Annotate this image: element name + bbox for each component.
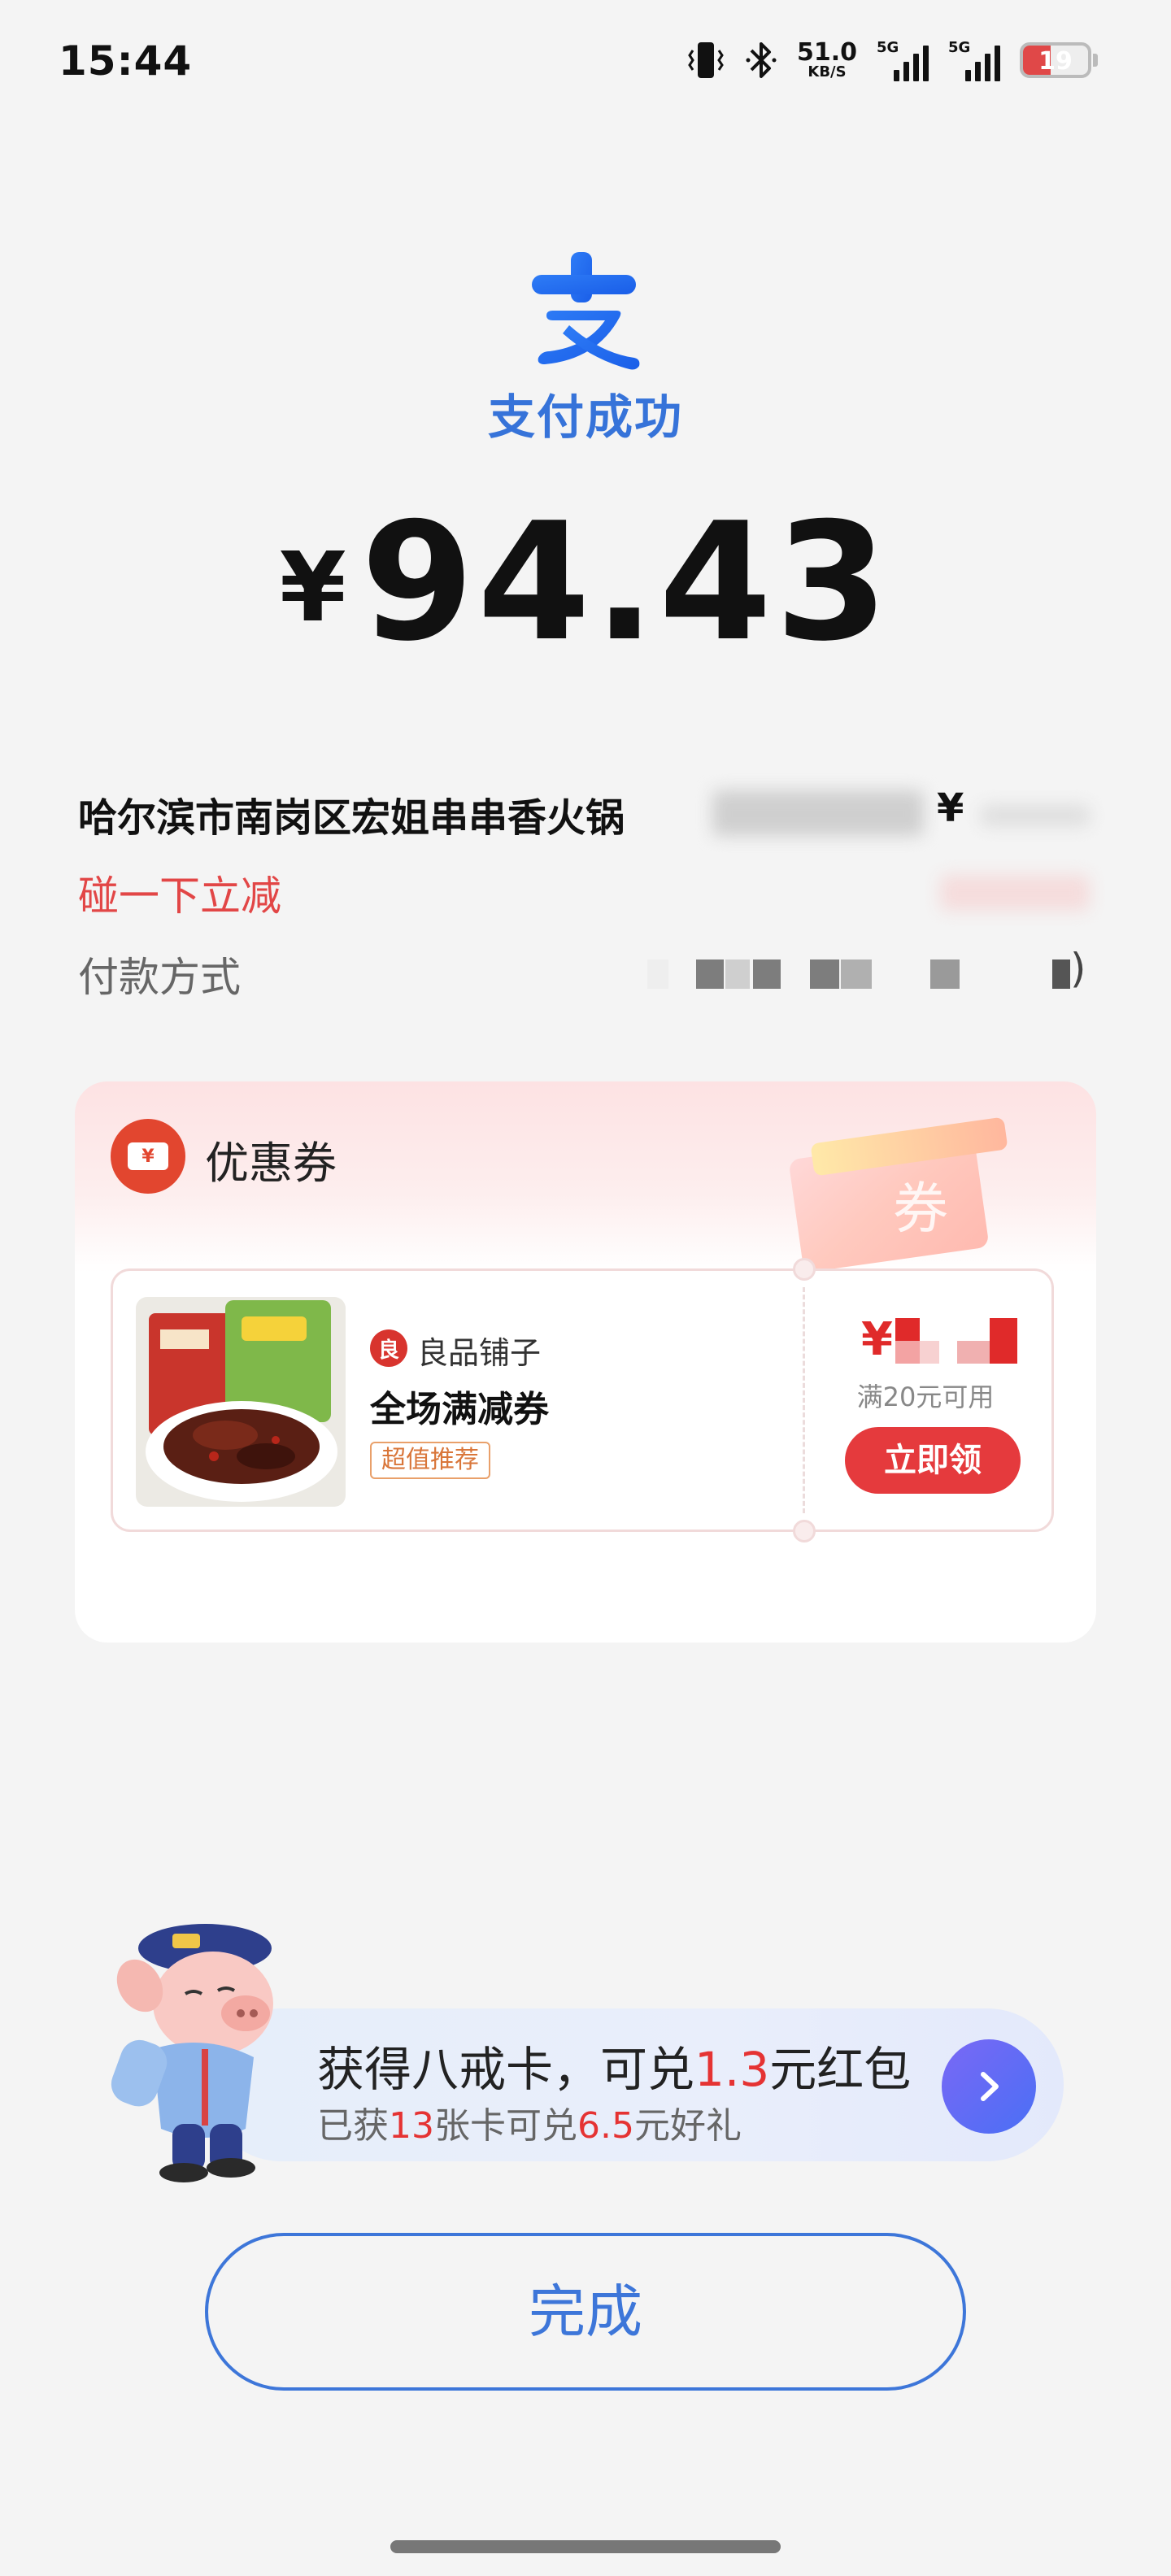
payment-method-label: 付款方式 — [78, 954, 241, 1001]
coupon-tag: 超值推荐 — [370, 1442, 490, 1479]
alipay-logo-icon — [512, 236, 659, 382]
home-indicator[interactable] — [390, 2540, 781, 2553]
battery-level: 19 — [1038, 47, 1073, 76]
bajie-red-packet-amount: 1.3 — [694, 2042, 770, 2097]
signal-icon: 5G — [877, 39, 929, 81]
battery-icon: 19 — [1020, 42, 1091, 78]
product-image — [136, 1297, 346, 1507]
coupon-card: ¥ 优惠券 券 良 良品铺子 全场满减券 超值推荐 ¥ 满20元可用 立即领 — [75, 1081, 1096, 1643]
merchant-row: 哈尔滨市南岗区宏姐串串香火锅 ¥ — [78, 785, 1093, 851]
coupon-condition: 满20元可用 — [856, 1382, 995, 1412]
bajie-card-title: 获得八戒卡，可兑1.3元红包 — [317, 2031, 911, 2100]
discount-label: 碰一下立减 — [78, 872, 281, 920]
signal-icon: 5G — [948, 39, 1000, 81]
coupon-ticket-icon: ¥ — [111, 1119, 185, 1194]
coupon-value: ¥ — [861, 1313, 1017, 1366]
bajie-mascot-icon — [83, 1919, 294, 2187]
ticket-divider — [803, 1287, 805, 1513]
redacted-merchant-suffix — [712, 790, 924, 836]
payment-success-text: 支付成功 — [487, 389, 683, 445]
payment-success-page: 15:44 51.0 KB/S 5G 5G 19 支付成功 ¥94.43 哈尔滨… — [0, 0, 1171, 2576]
status-bar: 15:44 51.0 KB/S 5G 5G 19 — [0, 0, 1171, 130]
bajie-line1-suffix: 元红包 — [769, 2042, 912, 2097]
bajie-card-count: 13 — [389, 2105, 434, 2147]
bajie-card-subtitle: 已获13张卡可兑6.5元好礼 — [317, 2096, 742, 2148]
redacted-coupon-value — [895, 1318, 1017, 1364]
currency-symbol: ¥ — [279, 531, 346, 643]
ticket-notch-bottom — [793, 1520, 816, 1543]
done-button[interactable]: 完成 — [205, 2233, 966, 2391]
claim-coupon-button[interactable]: 立即领 — [845, 1427, 1021, 1494]
network-speed: 51.0 KB/S — [797, 41, 857, 80]
bajie-line1-prefix: 获得八戒卡，可兑 — [317, 2042, 695, 2097]
bajie-line2-prefix: 已获 — [317, 2105, 389, 2147]
discount-row: 碰一下立减 — [78, 864, 1093, 929]
coupon-value-symbol: ¥ — [861, 1313, 893, 1366]
bajie-line2-suffix: 元好礼 — [633, 2105, 742, 2147]
net-speed-unit: KB/S — [808, 63, 847, 80]
vibrate-icon — [686, 39, 725, 81]
status-icons: 51.0 KB/S 5G 5G 19 — [686, 39, 1098, 81]
bajie-gift-amount: 6.5 — [577, 2105, 634, 2147]
merchant-name: 哈尔滨市南岗区宏姐串串香火锅 — [78, 795, 625, 841]
coupon-ticket-symbol: ¥ — [128, 1142, 168, 1170]
payment-amount: ¥94.43 — [0, 488, 1171, 677]
chevron-right-icon[interactable] — [942, 2039, 1036, 2134]
redacted-payment-method — [647, 959, 1070, 989]
amount-value: 94.43 — [360, 488, 892, 677]
bluetooth-icon — [745, 39, 777, 81]
net-speed-value: 51.0 — [796, 38, 857, 67]
battery-cap — [1093, 54, 1098, 67]
merchant-amount-symbol: ¥ — [937, 785, 964, 831]
brand-logo-icon: 良 — [370, 1329, 407, 1367]
ticket-notch-top — [793, 1258, 816, 1281]
bajie-line2-mid: 张卡可兑 — [434, 2105, 577, 2147]
payment-method-tail: ) — [1070, 945, 1086, 992]
coupon-name: 全场满减券 — [370, 1389, 549, 1430]
coupon-decoration-icon: 券 — [763, 1098, 1031, 1285]
brand-name: 良品铺子 — [417, 1335, 542, 1371]
coupon-ticket[interactable]: 良 良品铺子 全场满减券 超值推荐 ¥ 满20元可用 立即领 — [111, 1258, 1054, 1543]
status-time: 15:44 — [59, 37, 193, 85]
redacted-merchant-amount — [981, 805, 1090, 826]
redacted-discount-amount — [940, 875, 1090, 911]
coupon-deco-text: 券 — [893, 1177, 948, 1242]
payment-method-row: 付款方式 ) — [78, 945, 1093, 1010]
coupon-section-title: 优惠券 — [205, 1138, 337, 1189]
